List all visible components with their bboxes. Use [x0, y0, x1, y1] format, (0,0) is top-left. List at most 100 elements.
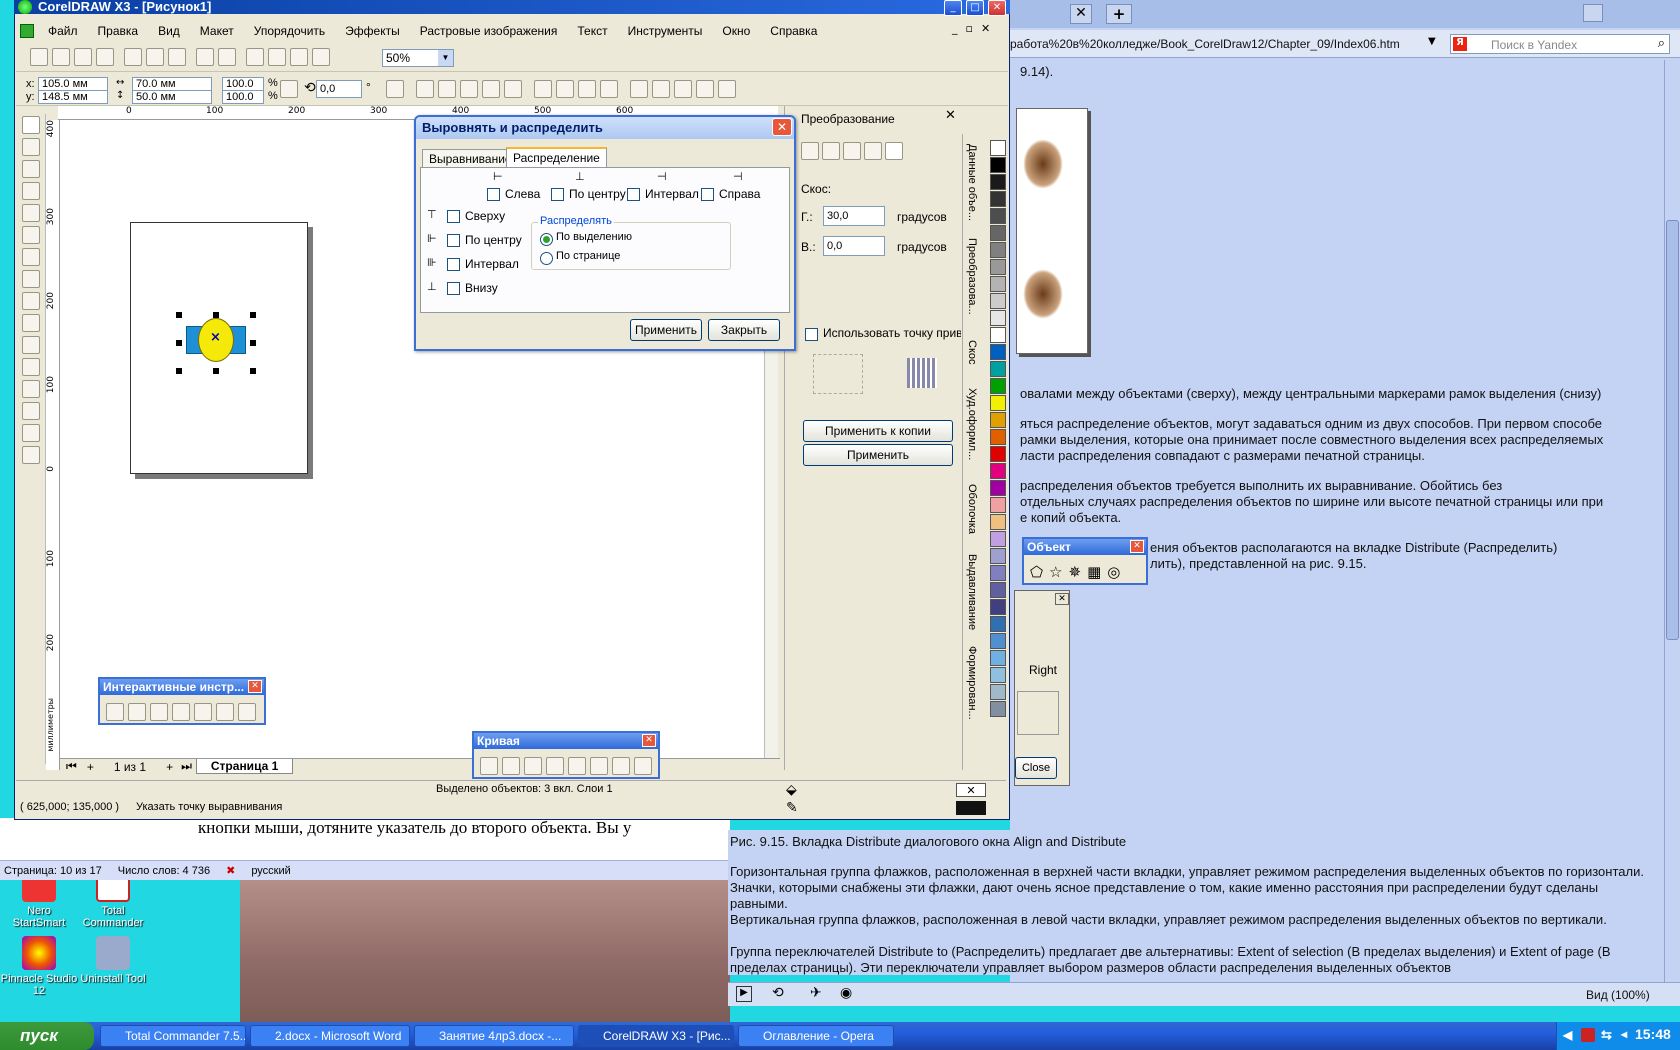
distribute-vspacing-checkbox[interactable] — [447, 258, 460, 271]
trash-icon[interactable] — [1583, 4, 1603, 22]
dropdown-arrow-icon[interactable]: ▼ — [1428, 36, 1436, 47]
palette-swatch[interactable] — [990, 225, 1006, 241]
tab-align[interactable]: Выравнивание — [422, 149, 519, 167]
new-tab-button[interactable]: + — [1106, 4, 1132, 24]
panel-toggle-icon[interactable]: ▶ — [736, 986, 752, 1002]
polygon-tool-icon[interactable] — [21, 292, 40, 310]
anchor-point-checkbox[interactable] — [805, 328, 818, 341]
address-input[interactable]: работа%20в%20колледже/Book_CorelDraw12/C… — [1010, 36, 1430, 52]
import-icon[interactable] — [246, 48, 264, 66]
maximize-button[interactable]: □ — [966, 0, 984, 16]
reload-icon[interactable]: ⟲ — [772, 985, 784, 1001]
radio-extent-of-page[interactable] — [540, 252, 553, 265]
distribute-hcenter-checkbox[interactable] — [551, 188, 564, 201]
artistic-media-icon[interactable] — [524, 757, 542, 775]
menu-view[interactable]: Вид — [148, 24, 190, 38]
ellipse-tool-icon[interactable] — [21, 270, 40, 288]
handle-top-center[interactable] — [213, 312, 219, 318]
tab-page-1[interactable]: Страница 1 — [195, 759, 294, 774]
network-icon[interactable]: ⇆ — [1601, 1027, 1612, 1043]
close-button[interactable]: ✕ — [988, 0, 1006, 16]
bezier-icon[interactable] — [502, 757, 520, 775]
search-icon[interactable]: ⌕ — [1658, 36, 1665, 51]
task-opera[interactable]: Оглавление - Opera — [738, 1025, 894, 1047]
new-icon[interactable] — [30, 48, 48, 66]
scale-x-field[interactable]: 100.0 — [222, 77, 264, 91]
rotation-angle-field[interactable]: 0,0 — [316, 80, 362, 98]
palette-swatch[interactable] — [990, 616, 1006, 632]
distribute-hspacing-checkbox[interactable] — [627, 188, 640, 201]
outline-tool-icon[interactable] — [21, 402, 40, 420]
tab-artistic-media[interactable]: Худ.оформл... — [966, 388, 978, 472]
combine-icon[interactable] — [482, 80, 500, 98]
undo-icon[interactable] — [196, 48, 214, 66]
palette-swatch[interactable] — [990, 259, 1006, 275]
position-y-field[interactable]: 148.5 мм — [38, 90, 108, 104]
trim-icon[interactable] — [556, 80, 574, 98]
add-page-icon[interactable]: + — [83, 760, 98, 774]
palette-swatch[interactable] — [990, 650, 1006, 666]
palette-swatch[interactable] — [990, 480, 1006, 496]
task-word-2[interactable]: 2.docx - Microsoft Word — [250, 1025, 410, 1047]
text-tool-icon[interactable] — [21, 336, 40, 354]
cut-icon[interactable] — [124, 48, 142, 66]
mirror-icon[interactable] — [386, 80, 404, 98]
opera-scrollbar[interactable] — [1664, 60, 1680, 984]
interactive-blend-tool-icon[interactable] — [106, 703, 124, 721]
search-input[interactable]: Поиск в Yandex — [1491, 37, 1577, 53]
save-icon[interactable] — [74, 48, 92, 66]
ungroup-icon[interactable] — [438, 80, 456, 98]
palette-swatch[interactable] — [990, 429, 1006, 445]
scale-tab-icon[interactable] — [843, 142, 861, 160]
star-icon[interactable]: ☆ — [1049, 563, 1062, 581]
menu-tools[interactable]: Инструменты — [618, 24, 713, 38]
selection-handles[interactable] — [176, 312, 256, 374]
task-total-commander[interactable]: Total Commander 7.5... — [100, 1025, 246, 1047]
palette-swatch[interactable] — [990, 514, 1006, 530]
desktop-icon-uninstall-tool[interactable]: Uninstall Tool — [74, 936, 152, 985]
freehand-curve-icon[interactable] — [480, 757, 498, 775]
dialog-apply-button[interactable]: Применить — [630, 319, 702, 341]
handle-bottom-left[interactable] — [176, 368, 182, 374]
distribute-left-checkbox[interactable] — [487, 188, 500, 201]
scrollbar-thumb[interactable] — [1666, 220, 1679, 640]
tab-envelope[interactable]: Оболочка — [966, 484, 978, 550]
handle-bottom-center[interactable] — [213, 368, 219, 374]
interactive-extrude-tool-icon[interactable] — [216, 703, 234, 721]
position-x-field[interactable]: 105.0 мм — [38, 77, 108, 91]
height-field[interactable]: 50.0 мм — [132, 90, 212, 104]
menu-text[interactable]: Текст — [567, 24, 617, 38]
zoom-tool-icon[interactable] — [21, 182, 40, 200]
minimize-button[interactable]: _ — [944, 0, 962, 16]
distribute-bottom-checkbox[interactable] — [447, 282, 460, 295]
menu-window[interactable]: Окно — [712, 24, 760, 38]
docker-close-icon[interactable]: ✕ — [945, 108, 956, 123]
tab-transform[interactable]: Преобразова... — [966, 238, 978, 326]
complex-star-icon[interactable]: ✵ — [1069, 563, 1082, 581]
turbo-icon[interactable]: ✈ — [810, 985, 822, 1001]
curve-toolbar-close-icon[interactable]: ✕ — [642, 734, 656, 747]
application-launcher-icon[interactable] — [290, 48, 308, 66]
handle-middle-right[interactable] — [250, 340, 256, 346]
task-word-lesson[interactable]: Занятие 4лр3.docx -... — [414, 1025, 574, 1047]
rectangle-tool-icon[interactable] — [21, 248, 40, 266]
fill-tool-icon[interactable] — [21, 424, 40, 442]
dialog-close-button[interactable]: Закрыть — [708, 319, 780, 341]
palette-swatch[interactable] — [990, 531, 1006, 547]
simplify-icon[interactable] — [600, 80, 618, 98]
intersect-icon[interactable] — [578, 80, 596, 98]
palette-swatch[interactable] — [990, 599, 1006, 615]
interactive-contour-tool-icon[interactable] — [128, 703, 146, 721]
palette-swatch[interactable] — [990, 208, 1006, 224]
search-box[interactable]: Я Поиск в Yandex ⌕ — [1450, 34, 1670, 54]
last-page-icon[interactable]: ⏭ — [177, 759, 196, 774]
menu-file[interactable]: Файл — [38, 24, 88, 38]
task-coreldraw[interactable]: CorelDRAW X3 - [Рис... — [578, 1025, 734, 1047]
palette-swatch[interactable] — [990, 293, 1006, 309]
palette-swatch[interactable] — [990, 633, 1006, 649]
interactive-transparency-tool-icon[interactable] — [238, 703, 256, 721]
open-icon[interactable] — [52, 48, 70, 66]
redo-icon[interactable] — [218, 48, 236, 66]
connector-icon[interactable] — [612, 757, 630, 775]
rotate-tab-icon[interactable] — [822, 142, 840, 160]
